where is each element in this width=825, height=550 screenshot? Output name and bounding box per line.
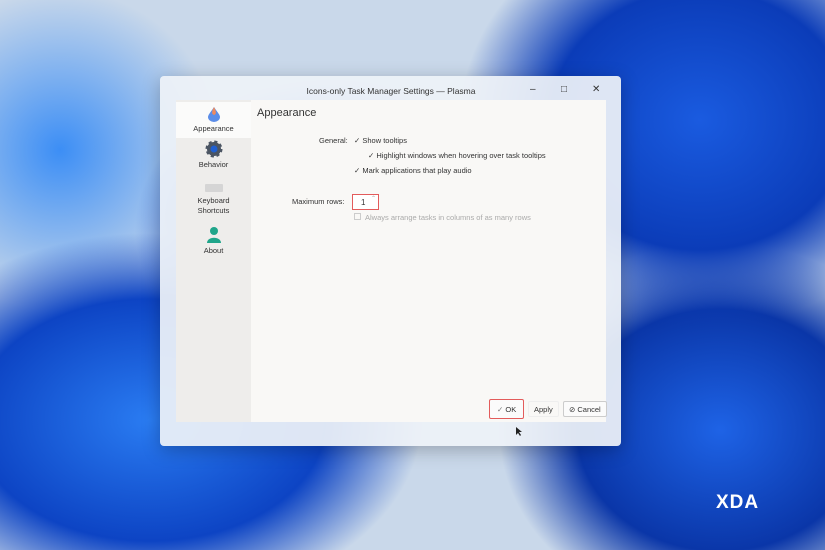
mouse-cursor-icon: [516, 427, 522, 436]
cancel-label: Cancel: [577, 405, 601, 414]
checkbox-box: [354, 213, 361, 220]
apply-label: Apply: [534, 405, 553, 414]
close-button[interactable]: ✕: [592, 84, 600, 95]
gear-icon: [205, 140, 222, 158]
sidebar-item-about[interactable]: About: [176, 226, 251, 256]
maximize-button[interactable]: □: [561, 84, 567, 95]
highlight-windows-checkbox[interactable]: ✓ Highlight windows when hovering over t…: [368, 151, 546, 160]
checkbox-label: Always arrange tasks in columns of as ma…: [365, 213, 531, 222]
cancel-button[interactable]: ⊘ Cancel: [563, 401, 607, 417]
sidebar-item-behavior[interactable]: Behavior: [176, 140, 251, 170]
max-rows-value: 1: [361, 198, 366, 207]
general-label: General:: [319, 136, 348, 145]
max-rows-spinbox[interactable]: 1 ⌃: [352, 194, 379, 210]
checkbox-label: Show tooltips: [362, 136, 407, 145]
sidebar-item-keyboard-shortcuts[interactable]: Keyboard Shortcuts: [176, 182, 251, 216]
apply-button[interactable]: Apply: [528, 401, 559, 417]
page-title: Appearance: [257, 107, 317, 119]
main-panel: Appearance: [251, 100, 606, 422]
sidebar-item-appearance[interactable]: Appearance: [176, 102, 251, 138]
sidebar-item-label: About: [203, 246, 224, 255]
minimize-button[interactable]: –: [530, 84, 536, 95]
max-rows-label: Maximum rows:: [292, 197, 345, 206]
appearance-icon: [207, 107, 220, 122]
spin-arrows-icon[interactable]: ⌃: [371, 195, 376, 202]
xda-watermark: XDA: [716, 492, 760, 513]
ok-button[interactable]: ✓ OK: [489, 399, 525, 419]
columns-checkbox[interactable]: Always arrange tasks in columns of as ma…: [354, 213, 531, 222]
checkbox-label: Mark applications that play audio: [362, 166, 472, 175]
show-tooltips-checkbox[interactable]: ✓ Show tooltips: [354, 136, 407, 145]
sidebar-item-label: Behavior: [198, 160, 229, 169]
user-icon: [206, 227, 221, 243]
keyboard-icon: [204, 184, 223, 192]
sidebar: Appearance Behavior Keyboard Shortcuts A…: [176, 100, 251, 422]
window-title: Icons-only Task Manager Settings — Plasm…: [306, 86, 476, 96]
checkbox-label: Highlight windows when hovering over tas…: [376, 151, 546, 160]
ok-label: OK: [505, 405, 517, 414]
sidebar-item-label: Appearance: [193, 124, 234, 133]
sidebar-item-label: Keyboard Shortcuts: [197, 196, 230, 215]
mark-audio-checkbox[interactable]: ✓ Mark applications that play audio: [354, 166, 472, 175]
